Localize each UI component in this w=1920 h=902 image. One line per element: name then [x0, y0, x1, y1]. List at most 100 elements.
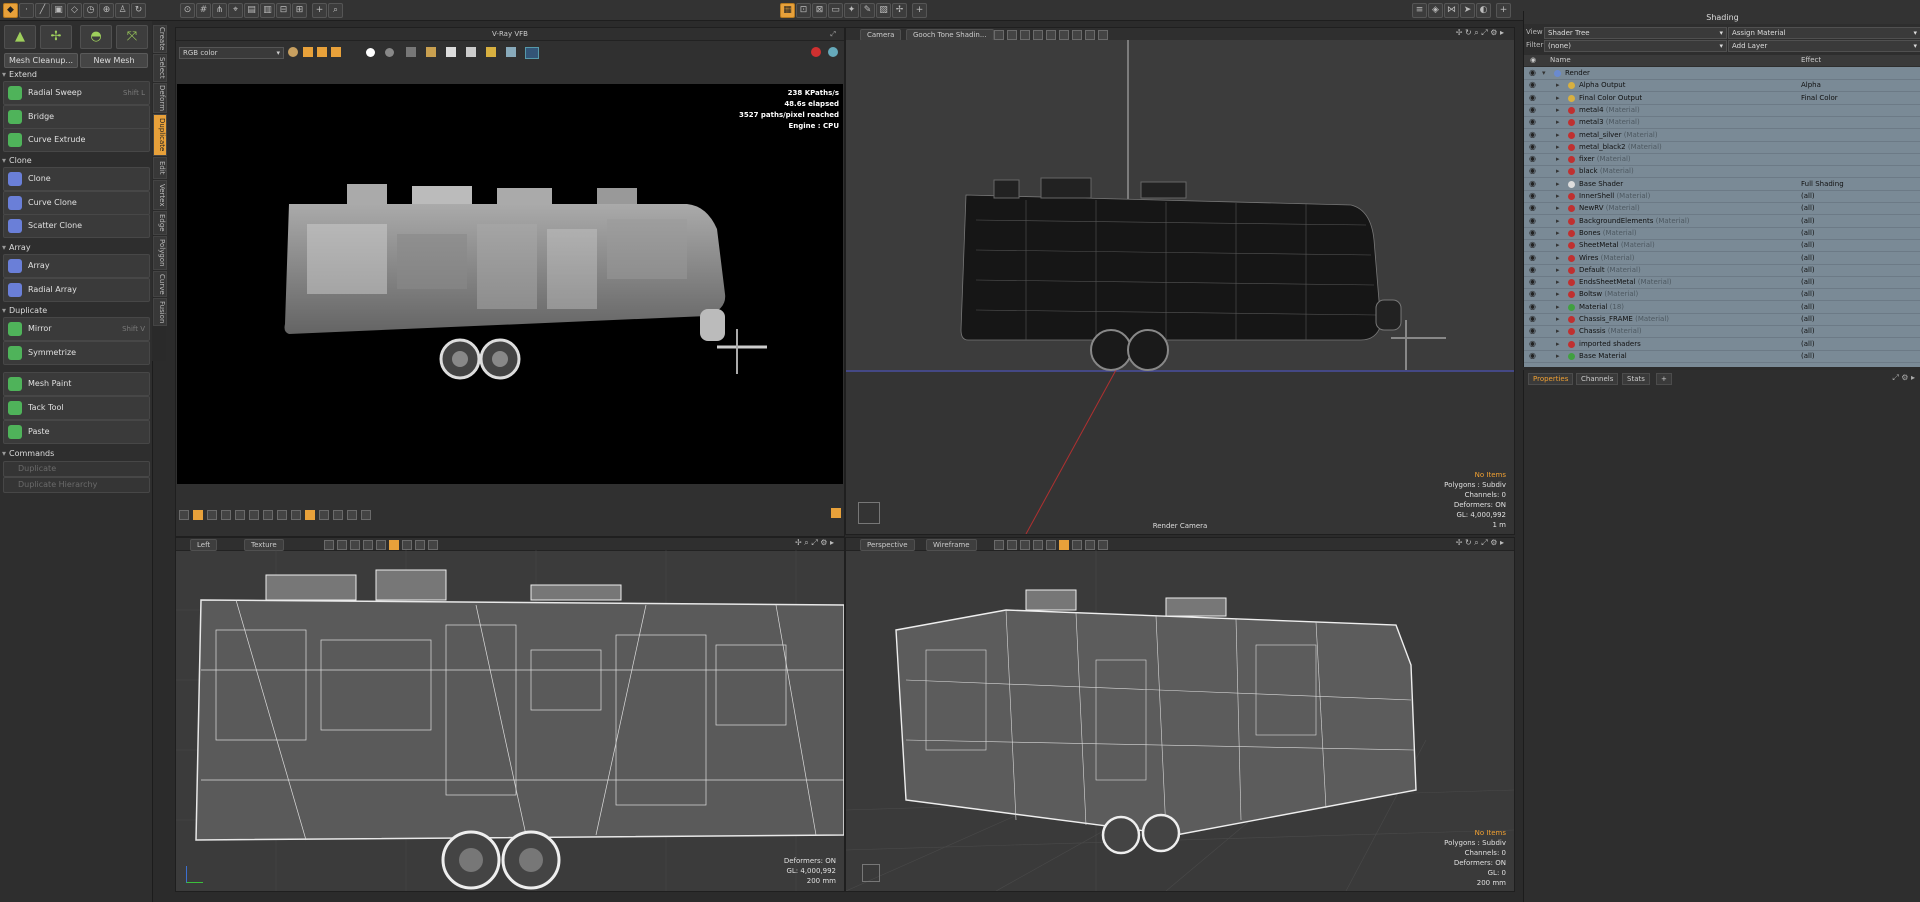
- expand-arrow-icon[interactable]: ▸: [1556, 79, 1560, 91]
- radial-sweep-button[interactable]: Radial Sweep Shift L: [3, 81, 150, 105]
- add-tab-icon[interactable]: +: [1496, 3, 1511, 18]
- duplicate-command[interactable]: Duplicate: [3, 461, 150, 477]
- eye-icon[interactable]: ◉: [1529, 339, 1537, 348]
- vp-option-icon-3[interactable]: [1020, 30, 1030, 40]
- tree-row[interactable]: ◉ ▸ EndsSheetMetal (Material) (all): [1524, 276, 1920, 290]
- radial-array-button[interactable]: Radial Array: [3, 278, 150, 302]
- histogram-icon[interactable]: [179, 510, 189, 520]
- eye-icon[interactable]: ◉: [1529, 290, 1537, 298]
- tab-create[interactable]: Create: [153, 25, 167, 53]
- expand-arrow-icon[interactable]: ▸: [1556, 239, 1560, 251]
- vp-option-icon-1[interactable]: [994, 30, 1004, 40]
- tack-tool-button[interactable]: Tack Tool: [3, 396, 150, 420]
- select-mode-icon[interactable]: ◆: [3, 3, 18, 18]
- eye-icon[interactable]: ◉: [1529, 315, 1537, 323]
- expand-arrow-icon[interactable]: ▸: [1556, 325, 1560, 337]
- persp-vp-icon-2[interactable]: [1007, 540, 1017, 550]
- tab-edge[interactable]: Edge: [153, 211, 167, 235]
- stop-render-icon[interactable]: [811, 47, 821, 57]
- left-vp-icon-1[interactable]: [324, 540, 334, 550]
- bake-icon[interactable]: ⊠: [812, 3, 827, 18]
- expand-arrow-icon[interactable]: ▸: [1556, 202, 1560, 214]
- expand-arrow-icon[interactable]: ▸: [1556, 178, 1560, 190]
- list-icon[interactable]: ≡: [1412, 3, 1427, 18]
- region-icon[interactable]: [486, 47, 496, 57]
- center-icon[interactable]: ⊕: [99, 3, 114, 18]
- curve-extrude-button[interactable]: Curve Extrude: [3, 128, 150, 152]
- track-icon[interactable]: [466, 47, 476, 57]
- expand-arrow-icon[interactable]: ▸: [1556, 338, 1560, 350]
- persp-vp-icon-7[interactable]: [1072, 540, 1082, 550]
- tree-row[interactable]: ◉ ▸ Wires (Material) (all): [1524, 252, 1920, 265]
- clock-icon[interactable]: ◷: [83, 3, 98, 18]
- symmetrize-button[interactable]: Symmetrize: [3, 341, 150, 365]
- curve-icon[interactable]: [291, 510, 301, 520]
- eye-icon[interactable]: ◉: [1529, 130, 1537, 139]
- mesh-paint-button[interactable]: Mesh Paint: [3, 372, 150, 396]
- ab-compare-icon[interactable]: [319, 510, 329, 520]
- tree-row[interactable]: ◉ ▸ Material (18) (all): [1524, 301, 1920, 314]
- add-icon[interactable]: +: [312, 3, 327, 18]
- persp-viewport-nav-icons[interactable]: ✢ ↻ ⌕ ⤢ ⚙ ▸: [1456, 538, 1504, 548]
- eye-icon[interactable]: ◉: [1529, 167, 1537, 175]
- gray-dot-icon[interactable]: [385, 48, 394, 57]
- cube-primitive-icon[interactable]: ▲: [4, 25, 36, 49]
- action-center-icon[interactable]: ⊞: [292, 3, 307, 18]
- compare-icon[interactable]: [221, 510, 231, 520]
- left-vp-icon-4[interactable]: [363, 540, 373, 550]
- duplicate-hierarchy-command[interactable]: Duplicate Hierarchy: [3, 477, 150, 493]
- vp-option-icon-7[interactable]: [1072, 30, 1082, 40]
- persp-vp-icon-3[interactable]: [1020, 540, 1030, 550]
- tree-row[interactable]: ◉ ▸ metal_black2 (Material): [1524, 141, 1920, 154]
- link-icon[interactable]: [506, 47, 516, 57]
- expand-arrow-icon[interactable]: ▸: [1556, 301, 1560, 313]
- view-dropdown[interactable]: Shader Tree ▾: [1544, 27, 1727, 39]
- eye-icon[interactable]: ◉: [1529, 327, 1537, 335]
- persp-vp-icon-8[interactable]: [1085, 540, 1095, 550]
- channel-b-icon[interactable]: [331, 47, 341, 57]
- color-correct-icon[interactable]: [277, 510, 287, 520]
- save-icon[interactable]: [406, 47, 416, 57]
- tab-edit[interactable]: Edit: [153, 157, 167, 179]
- eye-icon[interactable]: ◉: [1529, 69, 1537, 77]
- eye-icon[interactable]: ◉: [1529, 155, 1537, 163]
- render-icon[interactable]: ▦: [780, 3, 795, 18]
- assign-material-dropdown[interactable]: Assign Material ▾: [1728, 27, 1920, 39]
- channel-r-icon[interactable]: [303, 47, 313, 57]
- eye-icon[interactable]: ◉: [1529, 192, 1537, 200]
- expand-icon[interactable]: ⤢: [830, 28, 836, 40]
- mesh-cleanup-button[interactable]: Mesh Cleanup...: [4, 53, 78, 68]
- tab-stats[interactable]: Stats: [1622, 373, 1650, 385]
- expand-arrow-icon[interactable]: ▸: [1556, 276, 1560, 288]
- eye-icon[interactable]: ◉: [1529, 228, 1537, 237]
- mirror-button[interactable]: Mirror Shift V: [3, 317, 150, 341]
- filter-dropdown[interactable]: (none) ▾: [1544, 40, 1727, 52]
- expand-arrow-icon[interactable]: ▸: [1556, 129, 1560, 141]
- tree-row[interactable]: ◉ ▸ Base Shader Full Shading: [1524, 178, 1920, 191]
- eye-icon[interactable]: ◉: [1529, 142, 1537, 151]
- h-icon[interactable]: [333, 510, 343, 520]
- curve-clone-button[interactable]: Curve Clone: [3, 191, 150, 215]
- expand-arrow-icon[interactable]: ▸: [1556, 215, 1560, 227]
- viewport-nav-icons[interactable]: ✢ ↻ ⌕ ⤢ ⚙ ▸: [1456, 28, 1504, 38]
- persp-vp-icon-9[interactable]: [1098, 540, 1108, 550]
- vp-option-icon-2[interactable]: [1007, 30, 1017, 40]
- plus-icon[interactable]: +: [912, 3, 927, 18]
- expand-arrow-icon[interactable]: ▸: [1556, 313, 1560, 325]
- eye-icon[interactable]: ◉: [1529, 204, 1537, 212]
- schematic-icon[interactable]: ⋈: [1444, 3, 1459, 18]
- bridge-button[interactable]: Bridge: [3, 105, 150, 129]
- vp-option-icon-4[interactable]: [1033, 30, 1043, 40]
- tree-row[interactable]: ◉ ▸ BackgroundElements (Material) (all): [1524, 215, 1920, 228]
- symmetry-icon[interactable]: ⊟: [276, 3, 291, 18]
- hierarchy-icon[interactable]: ⋔: [212, 3, 227, 18]
- tab-properties[interactable]: Properties: [1528, 373, 1574, 385]
- tab-polygon[interactable]: Polygon: [153, 236, 167, 270]
- tree-row[interactable]: ◉ ▸ NewRV (Material) (all): [1524, 202, 1920, 216]
- tree-row[interactable]: ◉ ▸ Final Color Output Final Color: [1524, 92, 1920, 105]
- vertex-mode-icon[interactable]: ·: [19, 3, 34, 18]
- tab-channels[interactable]: Channels: [1576, 373, 1619, 385]
- paste-button[interactable]: Paste: [3, 420, 150, 444]
- vp-option-icon-9[interactable]: [1098, 30, 1108, 40]
- workplane-icon[interactable]: ▥: [260, 3, 275, 18]
